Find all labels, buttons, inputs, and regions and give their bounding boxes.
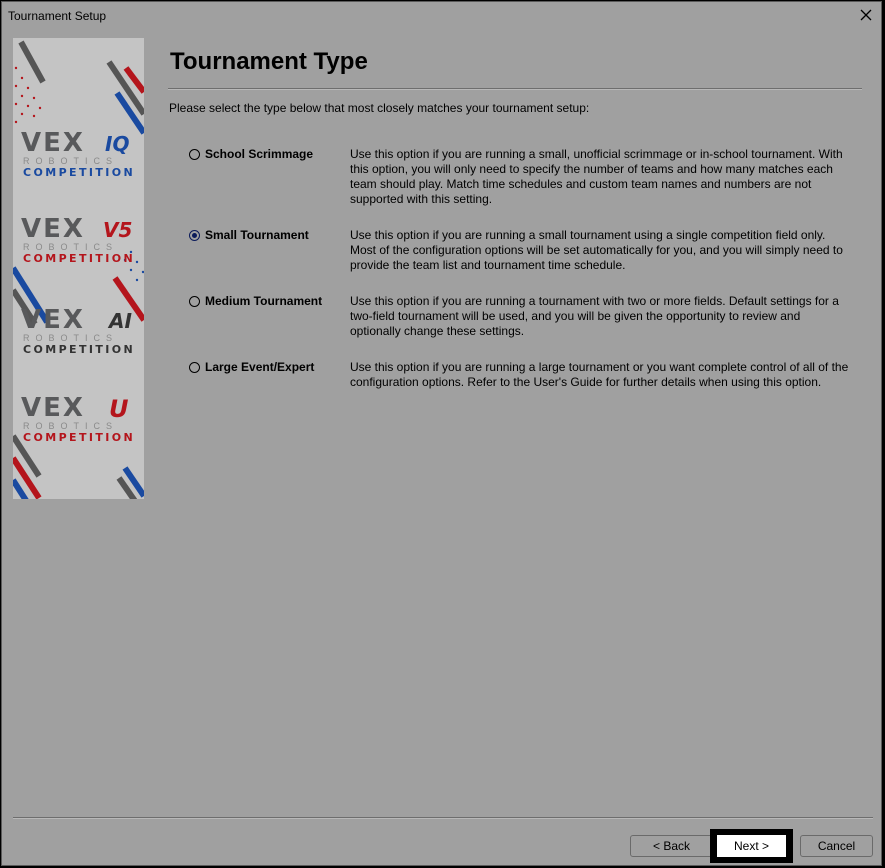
vex-iq-suffix: IQ <box>105 132 130 156</box>
radio-large-event[interactable] <box>189 362 200 373</box>
vex-v5-logo: VEX V5 ROBOTICS COMPETITION <box>13 214 144 266</box>
vex-iq-wordmark: VEX <box>21 128 85 158</box>
window-title: Tournament Setup <box>8 9 107 23</box>
radio-school-scrimmage[interactable] <box>189 149 200 160</box>
instruction-text: Please select the type below that most c… <box>169 101 590 115</box>
option-medium-tournament[interactable]: Medium Tournament Use this option if you… <box>189 294 859 342</box>
title-divider <box>168 88 862 90</box>
vex-ai-wordmark: VEX <box>21 305 85 335</box>
vex-ai-competition: COMPETITION <box>23 343 136 356</box>
back-button[interactable]: < Back <box>630 835 713 857</box>
vex-iq-robotics: ROBOTICS <box>23 156 119 166</box>
option-label[interactable]: Large Event/Expert <box>205 360 314 374</box>
vex-v5-robotics: ROBOTICS <box>23 242 119 252</box>
option-school-scrimmage[interactable]: School Scrimmage Use this option if you … <box>189 147 859 209</box>
vex-iq-competition: COMPETITION <box>23 166 136 179</box>
close-icon <box>860 9 872 21</box>
vex-u-logo: VEX U ROBOTICS COMPETITION <box>13 393 144 445</box>
cancel-button[interactable]: Cancel <box>800 835 873 857</box>
close-button[interactable] <box>853 4 879 26</box>
vex-ai-suffix: AI <box>109 309 132 333</box>
radio-small-tournament[interactable] <box>189 230 200 241</box>
tournament-setup-dialog: Tournament Setup VEX IQ ROBOTICS COMPETI… <box>1 1 882 866</box>
option-label[interactable]: School Scrimmage <box>205 147 313 161</box>
vex-v5-suffix: V5 <box>103 218 133 242</box>
footer-divider <box>13 817 873 819</box>
vex-u-robotics: ROBOTICS <box>23 421 119 431</box>
title-bar: Tournament Setup <box>2 2 881 29</box>
next-button[interactable]: Next > <box>717 835 786 857</box>
vex-v5-wordmark: VEX <box>21 214 85 244</box>
option-small-tournament[interactable]: Small Tournament Use this option if you … <box>189 228 859 276</box>
option-large-event[interactable]: Large Event/Expert Use this option if yo… <box>189 360 859 394</box>
vex-ai-logo: VEX AI ROBOTICS COMPETITION <box>13 305 144 357</box>
vex-ai-robotics: ROBOTICS <box>23 333 119 343</box>
option-label[interactable]: Small Tournament <box>205 228 309 242</box>
vex-u-wordmark: VEX <box>21 393 85 423</box>
option-description: Use this option if you are running a lar… <box>350 360 849 389</box>
option-description: Use this option if you are running a sma… <box>350 147 843 206</box>
vex-banner: VEX IQ ROBOTICS COMPETITION VEX V5 ROBOT… <box>13 38 144 499</box>
option-label[interactable]: Medium Tournament <box>205 294 322 308</box>
option-description: Use this option if you are running a sma… <box>350 228 843 272</box>
vex-u-suffix: U <box>109 395 129 423</box>
radio-medium-tournament[interactable] <box>189 296 200 307</box>
vex-v5-competition: COMPETITION <box>23 252 136 265</box>
vex-iq-logo: VEX IQ ROBOTICS COMPETITION <box>13 128 144 180</box>
option-description: Use this option if you are running a tou… <box>350 294 839 338</box>
vex-u-competition: COMPETITION <box>23 431 136 444</box>
page-title: Tournament Type <box>170 48 368 75</box>
